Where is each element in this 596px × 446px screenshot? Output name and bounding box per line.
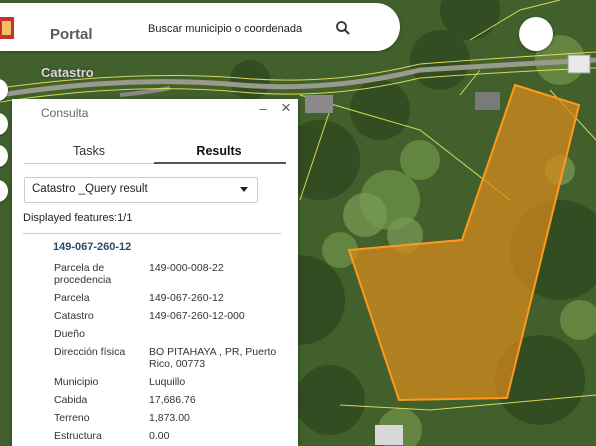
attr-label: Parcela de procedencia: [54, 262, 112, 286]
query-panel: Consulta – × Tasks Results Catastro _Que…: [12, 99, 298, 446]
portal-logo-icon: [0, 17, 14, 39]
attr-value: 17,686.76: [149, 394, 196, 406]
attr-label: Catastro: [54, 310, 94, 322]
portal-title: Portal: [50, 26, 93, 43]
tab-tasks[interactable]: Tasks: [24, 144, 154, 164]
minimize-icon[interactable]: –: [256, 101, 270, 116]
displayed-features-label: Displayed features:: [23, 212, 118, 224]
displayed-features: Displayed features:1/1: [23, 212, 132, 224]
result-layer-select-value: Catastro _Query result: [32, 183, 148, 195]
attr-value: Luquillo: [149, 376, 186, 388]
attr-label: Terreno: [54, 412, 90, 424]
attr-value: 149-067-260-12: [149, 292, 224, 304]
attr-value: 149-000-008-22: [149, 262, 224, 274]
map-tool-button[interactable]: [519, 17, 553, 51]
attr-value: 1,873.00: [149, 412, 190, 424]
attr-label: Cabida: [54, 394, 88, 406]
search-input[interactable]: Buscar municipio o coordenada: [148, 23, 302, 35]
tab-active-indicator: [154, 162, 286, 164]
chevron-down-icon: [240, 187, 248, 192]
attr-label: Parcela: [54, 292, 90, 304]
feature-id-link[interactable]: 149-067-260-12: [53, 241, 131, 253]
tab-results[interactable]: Results: [154, 144, 284, 164]
attr-value: 0.00: [149, 430, 170, 442]
close-icon[interactable]: ×: [278, 99, 294, 116]
panel-title: Consulta: [41, 106, 89, 120]
result-layer-select[interactable]: Catastro _Query result: [24, 177, 258, 203]
attr-label: Dueño: [54, 328, 85, 340]
attr-value: 149-067-260-12-000: [149, 310, 245, 322]
attr-label: Municipio: [54, 376, 99, 388]
attr-label: Dirección física: [54, 346, 126, 358]
attr-value: BO PITAHAYA , PR, Puerto Rico, 00773: [149, 346, 277, 370]
layer-label: Catastro: [41, 65, 94, 80]
search-icon[interactable]: [335, 20, 351, 36]
divider: [23, 233, 281, 234]
attr-label: Estructura: [54, 430, 102, 442]
displayed-features-count: 1/1: [117, 212, 133, 224]
top-bar: Portal Buscar municipio o coordenada: [0, 3, 400, 51]
